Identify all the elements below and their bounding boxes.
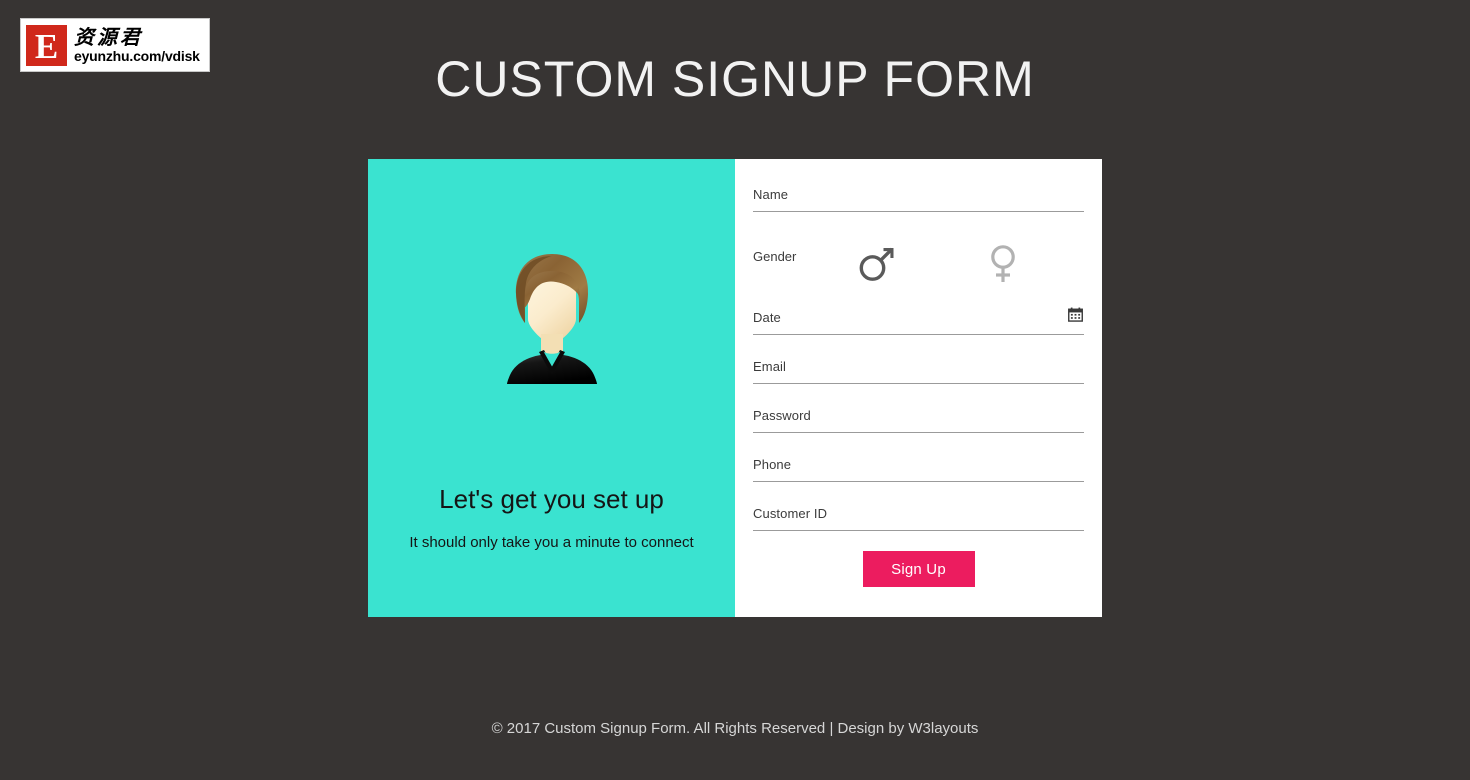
field-password[interactable]: Password [753,408,1084,433]
intro-heading: Let's get you set up [439,484,664,514]
field-phone[interactable]: Phone [753,457,1084,482]
footer-copyright: © 2017 Custom Signup Form. All Rights Re… [491,720,979,737]
male-gender-icon [859,247,894,281]
field-customer-id[interactable]: Customer ID [753,506,1084,531]
field-name[interactable]: Name [753,187,1084,212]
user-avatar-icon [506,254,597,384]
female-gender-icon [991,245,1015,282]
intro-subtext: It should only take you a minute to conn… [409,534,694,551]
gender-field-row: Gender [753,239,1084,297]
gender-option-male[interactable] [853,234,901,292]
gender-option-female[interactable] [979,234,1027,292]
field-email-label: Email [753,359,787,374]
signup-submit-button[interactable]: Sign Up [862,551,975,587]
field-name-label: Name [753,187,789,202]
gender-label: Gender [753,249,797,264]
field-date[interactable]: Date [753,307,1084,335]
field-date-label: Date [753,310,781,325]
field-customer-id-label: Customer ID [753,506,828,521]
watermark-chinese-name: 资源君 [74,25,143,49]
signup-card: Let's get you set up It should only take… [368,159,1102,617]
field-email[interactable]: Email [753,359,1084,384]
page-title: CUSTOM SIGNUP FORM [435,51,1035,107]
field-phone-label: Phone [753,457,792,472]
signup-form-panel: Name Gender Date Email Password Phone Cu… [735,159,1102,617]
calendar-icon[interactable] [1068,307,1083,322]
intro-panel: Let's get you set up It should only take… [368,159,735,617]
field-password-label: Password [753,408,811,423]
